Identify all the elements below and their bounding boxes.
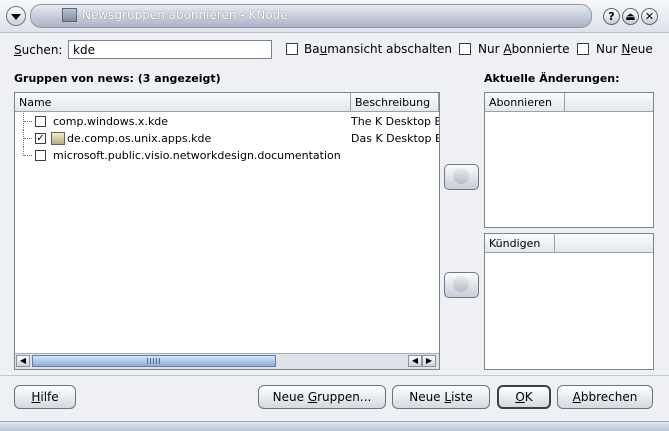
horizontal-scrollbar[interactable]: ◀ ◀ ▶ <box>15 353 439 369</box>
knode-app-icon <box>62 8 77 22</box>
column-header-description[interactable]: Beschreibung <box>351 93 439 112</box>
help-button[interactable]: Hilfe <box>14 385 76 409</box>
new-groups-button-mnemonic: G <box>307 390 318 404</box>
ok-button-mnemonic: O <box>515 390 525 404</box>
column-header-subscribe[interactable]: Abonnieren <box>485 93 565 112</box>
group-row[interactable]: ✓ de.comp.os.unix.apps.kde Das K Desktop… <box>15 130 439 147</box>
only-new-label-post: eue <box>630 42 653 56</box>
cancel-button-rest: bbrechen <box>580 390 638 404</box>
groups-list[interactable]: Name Beschreibung comp.windows.x.kde The… <box>14 92 440 370</box>
group-name: de.comp.os.unix.apps.kde <box>67 132 212 145</box>
new-list-button[interactable]: Neue Liste <box>392 385 490 409</box>
search-label-rest: uchen: <box>21 43 63 57</box>
ok-button-rest: K <box>524 390 533 404</box>
column-header-name[interactable]: Name <box>15 93 351 112</box>
ok-button[interactable]: OK <box>497 385 551 409</box>
window-title: Newsgruppen abonnieren - KNode <box>82 8 288 22</box>
scroll-right-arrow-icon[interactable]: ▶ <box>422 355 436 367</box>
groups-section-label: Gruppen von news: (3 angezeigt) <box>14 72 221 85</box>
footer-separator <box>0 375 669 376</box>
tree-view-off-label-pre: Ba <box>304 42 320 56</box>
unsubscribe-list[interactable]: Kündigen <box>484 233 654 370</box>
cancel-button-mnemonic: A <box>572 390 581 404</box>
tree-view-off-label-post: mansicht abschalten <box>327 42 452 56</box>
subscribe-checkbox[interactable] <box>35 116 46 127</box>
group-name: microsoft.public.visio.networkdesign.doc… <box>53 149 341 162</box>
window-menu-icon[interactable] <box>6 6 26 26</box>
only-new-label-pre: Nur <box>596 42 622 56</box>
group-name: comp.windows.x.kde <box>53 115 169 128</box>
group-description: The K Desktop Environment <box>351 115 439 128</box>
add-to-unsubscribe-button[interactable] <box>444 272 479 298</box>
scroll-left-arrow-icon[interactable]: ◀ <box>16 355 30 367</box>
help-titlebar-button[interactable]: ? <box>603 8 620 25</box>
scrollbar-thumb[interactable] <box>32 355 276 367</box>
close-titlebar-button[interactable]: ✕ <box>641 8 658 25</box>
new-groups-button-pre: Neue <box>272 390 308 404</box>
only-new-label[interactable]: Nur Neue <box>596 42 653 56</box>
grip-icon <box>147 358 161 364</box>
search-input[interactable] <box>68 40 272 59</box>
tree-view-off-label[interactable]: Baumansicht abschalten <box>304 42 452 56</box>
scroll-left-arrow-icon[interactable]: ◀ <box>408 355 422 367</box>
only-new-checkbox[interactable] <box>577 43 589 55</box>
help-button-rest: ilfe <box>40 390 59 404</box>
changes-section-label: Aktuelle Änderungen: <box>484 72 620 85</box>
column-header-unsubscribe[interactable]: Kündigen <box>485 234 555 253</box>
search-label-mnemonic: S <box>14 43 22 57</box>
shade-titlebar-button[interactable]: ⏏ <box>622 8 639 25</box>
new-list-button-post: iste <box>451 390 473 404</box>
cancel-button[interactable]: Abbrechen <box>557 385 653 409</box>
only-subscribed-label[interactable]: Nur Abonnierte <box>478 42 569 56</box>
subscribe-checkbox[interactable] <box>35 150 46 161</box>
subscribe-checkbox[interactable]: ✓ <box>35 133 46 144</box>
only-subscribed-label-pre: Nur <box>478 42 504 56</box>
only-subscribed-label-mnemonic: A <box>503 42 512 56</box>
only-new-label-mnemonic: N <box>621 42 631 56</box>
group-row[interactable]: microsoft.public.visio.networkdesign.doc… <box>15 147 439 164</box>
group-description: Das K Desktop Environment <box>351 132 439 145</box>
column-header-blank <box>555 234 653 253</box>
add-to-subscribe-button[interactable] <box>444 164 479 190</box>
search-label: Suchen: <box>14 43 62 57</box>
only-subscribed-label-post: bonnierte <box>511 42 570 56</box>
newsgroup-icon <box>51 132 65 145</box>
column-header-blank <box>565 93 653 112</box>
group-row[interactable]: comp.windows.x.kde The K Desktop Environ… <box>15 113 439 130</box>
new-list-button-pre: Neue <box>409 390 445 404</box>
subscribe-list[interactable]: Abonnieren <box>484 92 654 228</box>
tree-view-off-checkbox[interactable] <box>286 43 298 55</box>
new-groups-button[interactable]: Neue Gruppen... <box>258 385 386 409</box>
new-groups-button-post: ruppen... <box>317 390 372 404</box>
only-subscribed-checkbox[interactable] <box>459 43 471 55</box>
